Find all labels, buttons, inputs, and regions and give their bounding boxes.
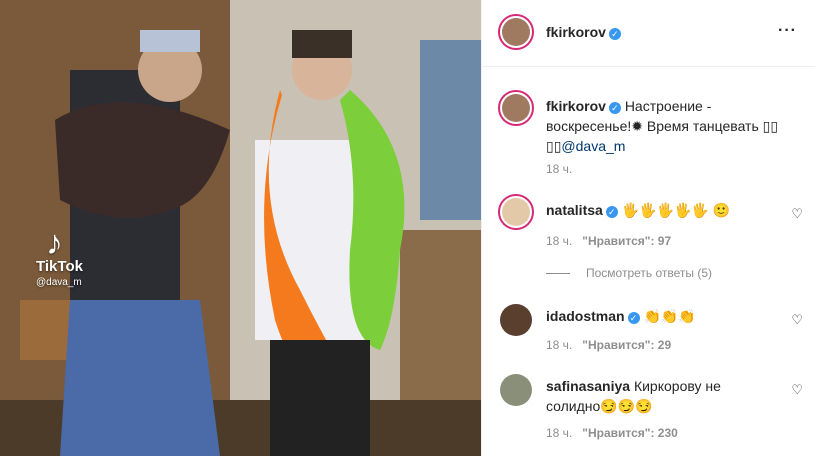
comment-username[interactable]: idadostman <box>546 308 625 324</box>
comment-avatar[interactable] <box>500 374 532 406</box>
header-avatar[interactable] <box>498 14 534 50</box>
caption-avatar[interactable] <box>498 90 534 126</box>
comment-avatar[interactable] <box>498 194 534 230</box>
comment-likes[interactable]: "Нравится": 230 <box>582 426 678 440</box>
view-replies-label: Посмотреть ответы (5) <box>586 266 713 280</box>
like-heart-icon[interactable]: ♡ <box>791 206 803 222</box>
tiktok-username: @dava_m <box>36 277 82 288</box>
verified-badge-icon: ✓ <box>627 312 640 324</box>
view-replies-button[interactable]: Посмотреть ответы (5) <box>546 266 712 280</box>
comment-likes[interactable]: "Нравится": 97 <box>582 234 671 248</box>
caption-time[interactable]: 18 ч. <box>546 162 572 176</box>
tiktok-watermark: ♪ TikTok @dava_m <box>36 226 83 288</box>
comment-avatar[interactable] <box>500 304 532 336</box>
post-panel: fkirkorov ✓ ··· fkirkorov ✓ Настроение - в… <box>481 0 815 456</box>
verified-badge-icon: ✓ <box>608 102 621 114</box>
comment-username[interactable]: natalitsa <box>546 202 603 218</box>
header-username[interactable]: fkirkorov <box>546 24 606 40</box>
comment-time[interactable]: 18 ч. <box>546 338 572 352</box>
caption-mention[interactable]: @dava_m <box>561 138 625 154</box>
comment-time[interactable]: 18 ч. <box>546 234 572 248</box>
replies-divider <box>546 272 570 274</box>
caption-username[interactable]: fkirkorov <box>546 98 606 114</box>
like-heart-icon[interactable]: ♡ <box>791 382 803 398</box>
post-media[interactable]: ♪ TikTok @dava_m <box>0 0 481 456</box>
tiktok-logo-icon: ♪ <box>46 224 63 262</box>
verified-badge-icon: ✓ <box>605 206 618 218</box>
comment-likes[interactable]: "Нравится": 29 <box>582 338 671 352</box>
comment-username[interactable]: safinasaniya <box>546 378 630 394</box>
like-heart-icon[interactable]: ♡ <box>791 312 803 328</box>
comment-text: 👏👏👏 <box>643 308 696 324</box>
comment-time[interactable]: 18 ч. <box>546 426 572 440</box>
verified-badge-icon: ✓ <box>608 28 621 40</box>
comment-text: 🖐🖐🖐🖐🖐 🙂 <box>621 202 731 218</box>
more-dots-icon[interactable]: ··· <box>778 22 797 40</box>
tiktok-brand: TikTok <box>36 258 83 275</box>
post-header: fkirkorov ✓ ··· <box>482 0 815 67</box>
